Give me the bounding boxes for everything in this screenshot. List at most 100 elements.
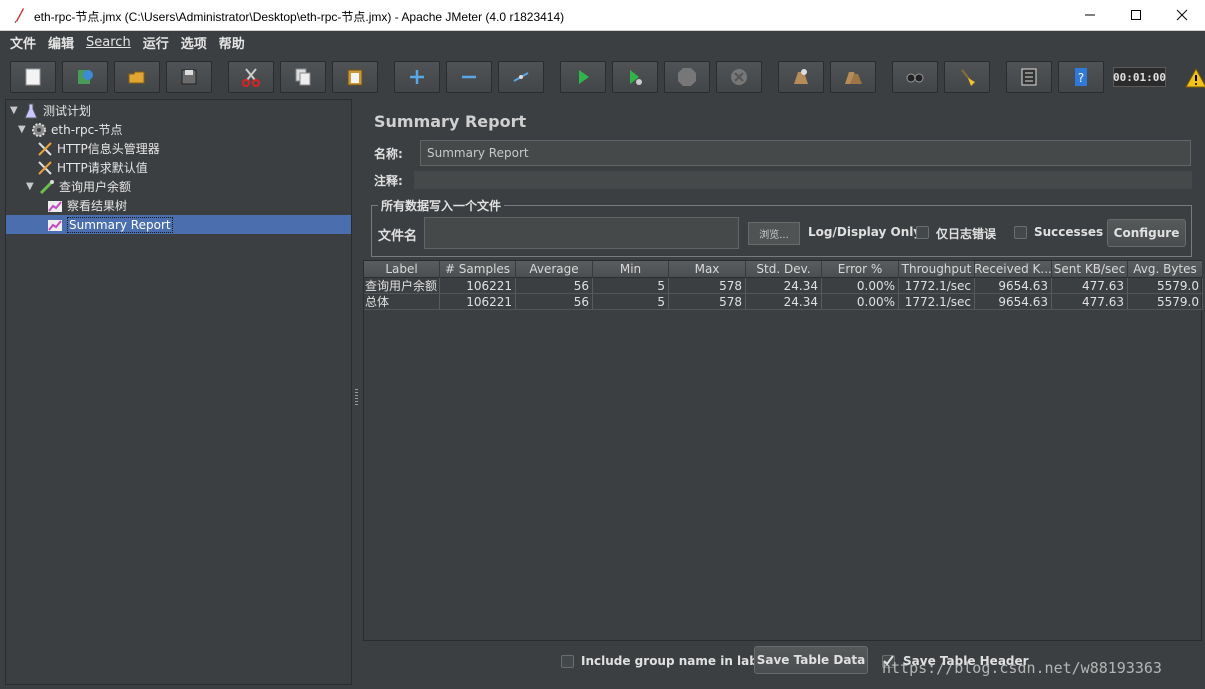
test-plan-tree: ▼ 测试计划 ▼ eth-rpc-节点 HTTP信息头管理器 HTTP请求默认值… <box>5 99 352 685</box>
tree-node-label: 察看结果树 <box>67 199 128 213</box>
reset-search-button[interactable] <box>944 61 990 93</box>
tree-node-header-manager[interactable]: HTTP信息头管理器 <box>36 139 160 158</box>
clear-all-icon <box>845 72 862 84</box>
tree-node-label: HTTP信息头管理器 <box>57 142 160 156</box>
write-to-file-group: 所有数据写入一个文件 文件名 浏览... Log/Display Only: 仅… <box>371 197 1192 257</box>
window-title-bar: eth-rpc-节点.jmx (C:\Users\Administrator\D… <box>0 0 1205 31</box>
tree-node-thread-group[interactable]: ▼ eth-rpc-节点 <box>18 120 123 139</box>
config-wrench-icon <box>38 160 52 175</box>
start-no-pauses-button[interactable] <box>612 61 658 93</box>
column-header-average[interactable]: Average <box>516 261 593 278</box>
menu-edit[interactable]: 编辑 <box>42 33 80 52</box>
table-cell-label: 总体 <box>364 294 440 310</box>
expand-all-button[interactable] <box>394 61 440 93</box>
splitter-grip-icon[interactable] <box>355 389 358 405</box>
tree-node-summary-report[interactable]: Summary Report <box>6 215 351 234</box>
tree-node-label: HTTP请求默认值 <box>57 161 148 175</box>
collapse-icon <box>462 75 476 79</box>
menu-run[interactable]: 运行 <box>137 33 175 52</box>
maximize-button[interactable] <box>1113 0 1159 30</box>
paste-icon <box>347 69 363 86</box>
include-group-name-label: Include group name in label? <box>581 654 778 668</box>
successes-checkbox[interactable] <box>1014 226 1027 239</box>
column-header-max[interactable]: Max <box>669 261 746 278</box>
table-row[interactable]: 查询用户余额 106221 56 5 578 24.34 0.00% 1772.… <box>364 278 1203 294</box>
start-no-pause-icon <box>630 70 642 85</box>
search-button[interactable] <box>892 61 938 93</box>
collapse-all-button[interactable] <box>446 61 492 93</box>
errors-only-label: 仅日志错误 <box>936 227 997 241</box>
clear-button[interactable] <box>778 61 824 93</box>
expanded-arrow-icon[interactable]: ▼ <box>10 105 22 116</box>
tree-node-results-tree[interactable]: 察看结果树 <box>46 196 127 215</box>
templates-button[interactable] <box>62 61 108 93</box>
paste-button[interactable] <box>332 61 378 93</box>
listener-chart-icon <box>48 200 62 212</box>
menu-search[interactable]: Search <box>80 35 137 50</box>
filename-input[interactable] <box>424 217 739 249</box>
tree-node-label: 查询用户余额 <box>59 180 132 194</box>
cut-button[interactable] <box>228 61 274 93</box>
search-icon <box>906 73 924 83</box>
column-header-error[interactable]: Error % <box>822 261 899 278</box>
column-header-samples[interactable]: # Samples <box>440 261 516 278</box>
toggle-button[interactable] <box>498 61 544 93</box>
include-group-name-checkbox[interactable] <box>561 655 574 668</box>
table-cell: 56 <box>516 294 593 310</box>
split-pane-divider[interactable] <box>352 99 361 685</box>
file-group-legend: 所有数据写入一个文件 <box>378 197 505 214</box>
tree-node-sampler[interactable]: ▼ 查询用户余额 <box>26 177 131 196</box>
summary-report-panel: Summary Report 名称: Summary Report 注释: 所有… <box>362 99 1205 685</box>
start-button[interactable] <box>560 61 606 93</box>
menu-file[interactable]: 文件 <box>4 33 42 52</box>
table-cell: 0.00% <box>822 294 899 310</box>
column-header-std-dev[interactable]: Std. Dev. <box>746 261 822 278</box>
menu-help[interactable]: 帮助 <box>213 33 251 52</box>
shutdown-button[interactable] <box>716 61 762 93</box>
table-cell: 5 <box>593 294 669 310</box>
save-table-data-button[interactable]: Save Table Data <box>754 646 868 674</box>
minimize-button[interactable] <box>1067 0 1113 30</box>
test-plan-flask-icon <box>24 103 38 118</box>
column-header-avg-bytes[interactable]: Avg. Bytes <box>1128 261 1203 278</box>
stop-button[interactable] <box>664 61 710 93</box>
warning-icon[interactable] <box>1185 68 1205 88</box>
name-field[interactable]: Summary Report <box>420 140 1191 166</box>
copy-icon <box>295 68 311 86</box>
table-cell: 477.63 <box>1052 294 1128 310</box>
table-row[interactable]: 总体 106221 56 5 578 24.34 0.00% 1772.1/se… <box>364 294 1203 310</box>
expanded-arrow-icon[interactable]: ▼ <box>18 124 30 135</box>
help-button[interactable]: ? <box>1058 61 1104 93</box>
copy-button[interactable] <box>280 61 326 93</box>
column-header-min[interactable]: Min <box>593 261 669 278</box>
errors-only-checkbox[interactable] <box>916 226 929 239</box>
comment-field[interactable] <box>414 171 1192 189</box>
new-button[interactable] <box>10 61 56 93</box>
save-button[interactable] <box>166 61 212 93</box>
function-helper-button[interactable] <box>1006 61 1052 93</box>
column-header-throughput[interactable]: Throughput <box>899 261 975 278</box>
reset-search-icon <box>961 69 975 86</box>
column-header-label[interactable]: Label <box>364 261 440 278</box>
close-button[interactable] <box>1159 0 1205 30</box>
clear-all-button[interactable] <box>830 61 876 93</box>
maximize-icon <box>1131 10 1141 20</box>
configure-button[interactable]: Configure <box>1107 219 1186 247</box>
table-cell: 24.34 <box>746 278 822 294</box>
open-button[interactable] <box>114 61 160 93</box>
column-header-sent[interactable]: Sent KB/sec <box>1052 261 1128 278</box>
window-title: eth-rpc-节点.jmx (C:\Users\Administrator\D… <box>34 10 565 24</box>
thread-group-gear-icon <box>32 122 46 137</box>
expanded-arrow-icon[interactable]: ▼ <box>26 181 38 192</box>
tree-node-test-plan[interactable]: ▼ 测试计划 <box>10 101 91 120</box>
filename-label: 文件名 <box>378 229 418 244</box>
table-cell: 24.34 <box>746 294 822 310</box>
tree-node-http-defaults[interactable]: HTTP请求默认值 <box>36 158 148 177</box>
toggle-icon <box>513 72 529 82</box>
table-cell: 1772.1/sec <box>899 294 975 310</box>
column-header-received[interactable]: Received K... <box>975 261 1052 278</box>
browse-button[interactable]: 浏览... <box>748 222 800 245</box>
table-cell-label: 查询用户余额 <box>364 278 440 294</box>
elapsed-timer: 00:01:00 <box>1113 67 1166 87</box>
menu-options[interactable]: 选项 <box>175 33 213 52</box>
